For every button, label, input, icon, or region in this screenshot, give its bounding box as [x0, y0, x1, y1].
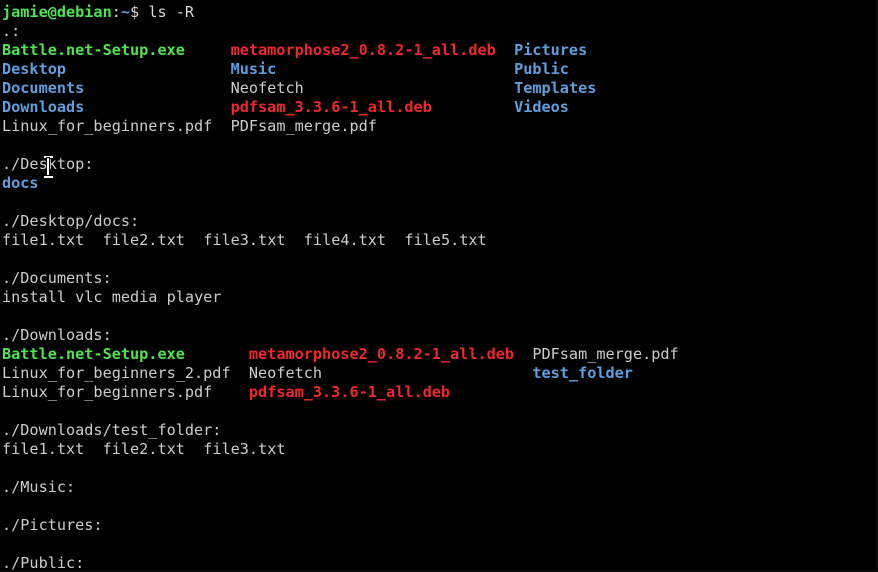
ls-entry: pdfsam_3.3.6-1_all.deb [248, 383, 451, 401]
ls-entry: PDFsam_merge.pdf [532, 345, 679, 363]
ls-entry: metamorphose2_0.8.2-1_all.deb [248, 345, 515, 363]
line-blank-8 [2, 535, 876, 554]
ls-entry: file3.txt [203, 440, 286, 458]
line-blank-1 [2, 136, 876, 155]
line-header-root: .: [2, 22, 876, 41]
line-header-downloads: ./Downloads: [2, 326, 876, 345]
prompt-sigil: $ [130, 3, 140, 21]
prompt-user-host: jamie@debian [2, 3, 112, 21]
ls-entry: Pictures [514, 41, 588, 59]
directory-header: ./Downloads: [2, 326, 112, 344]
line-blank-4 [2, 307, 876, 326]
ls-entry: file2.txt [102, 440, 185, 458]
terminal-screen[interactable]: jamie@debian:~$ ls -R.: Battle.net-Setup.… [2, 3, 876, 572]
directory-header: ./Desktop/docs: [2, 212, 140, 230]
directory-header: ./Pictures: [2, 516, 103, 534]
ls-entry: docs [2, 174, 39, 192]
ls-entry: Videos [514, 98, 569, 116]
ls-entry: pdfsam_3.3.6-1_all.deb [230, 98, 432, 116]
prompt-line: jamie@debian:~$ ls -R [2, 3, 876, 22]
line-root-3: Documents Neofetch Templates [2, 79, 876, 98]
line-downloads-2: Linux_for_beginners_2.pdf Neofetch test_… [2, 364, 876, 383]
line-header-public: ./Public: [2, 554, 876, 572]
line-blank-2 [2, 193, 876, 212]
line-documents-1: install vlc media player [2, 288, 876, 307]
terminal-window[interactable]: jamie@debian:~$ ls -R.: Battle.net-Setup.… [0, 0, 878, 572]
directory-header: ./Public: [2, 554, 85, 572]
line-header-test-folder: ./Downloads/test_folder: [2, 421, 876, 440]
line-root-5: Linux_for_beginners.pdf PDFsam_merge.pdf [2, 117, 876, 136]
ls-entry: file1.txt [2, 440, 85, 458]
ls-entry: install vlc media player [2, 288, 222, 306]
directory-header: ./Documents: [2, 269, 112, 287]
ls-entry: Neofetch [248, 364, 323, 382]
line-header-documents: ./Documents: [2, 269, 876, 288]
ls-entry: file5.txt [404, 231, 487, 249]
ls-entry: Documents [2, 79, 85, 97]
ls-entry: file4.txt [303, 231, 387, 249]
directory-header: .: [2, 22, 21, 40]
ls-entry: PDFsam_merge.pdf [230, 117, 377, 135]
prompt-separator: : [111, 3, 121, 21]
ls-entry: Downloads [2, 98, 85, 116]
ls-entry: Neofetch [230, 79, 304, 97]
line-blank-3 [2, 250, 876, 269]
line-blank-5 [2, 402, 876, 421]
line-root-1: Battle.net-Setup.exe metamorphose2_0.8.2… [2, 41, 876, 60]
prompt-path: ~ [120, 3, 131, 21]
line-downloads-1: Battle.net-Setup.exe metamorphose2_0.8.2… [2, 345, 876, 364]
line-test-folder-1: file1.txt file2.txt file3.txt [2, 440, 876, 459]
line-header-music: ./Music: [2, 478, 876, 497]
ls-entry: Public [514, 60, 569, 78]
ls-entry: Desktop [2, 60, 67, 78]
ls-entry: file1.txt [2, 231, 85, 249]
directory-header: ./Downloads/test_folder: [2, 421, 222, 439]
ls-entry: test_folder [532, 364, 633, 382]
line-desktop-docs-1: file1.txt file2.txt file3.txt file4.txt … [2, 231, 876, 250]
line-blank-7 [2, 497, 876, 516]
line-downloads-3: Linux_for_beginners.pdf pdfsam_3.3.6-1_a… [2, 383, 876, 402]
line-blank-6 [2, 459, 876, 478]
ls-entry: metamorphose2_0.8.2-1_all.deb [230, 41, 496, 59]
prompt-command: ls -R [139, 3, 195, 21]
directory-header: ./Desktop: [2, 155, 94, 173]
line-desktop-1: docs [2, 174, 876, 193]
ls-entry: file3.txt [203, 231, 286, 249]
line-header-pictures: ./Pictures: [2, 516, 876, 535]
line-header-desktop-docs: ./Desktop/docs: [2, 212, 876, 231]
ls-entry: file2.txt [102, 231, 185, 249]
ls-entry: Battle.net-Setup.exe [2, 41, 185, 59]
line-root-4: Downloads pdfsam_3.3.6-1_all.deb Videos [2, 98, 876, 117]
ls-entry: Linux_for_beginners_2.pdf [2, 364, 231, 382]
ls-entry: Music [230, 60, 277, 78]
directory-header: ./Music: [2, 478, 76, 496]
ls-entry: Templates [514, 79, 597, 97]
ls-entry: Linux_for_beginners.pdf [2, 383, 213, 401]
line-header-desktop: ./Desktop: [2, 155, 876, 174]
line-root-2: Desktop Music Public [2, 60, 876, 79]
ls-entry: Battle.net-Setup.exe [2, 345, 185, 363]
ls-entry: Linux_for_beginners.pdf [2, 117, 213, 135]
